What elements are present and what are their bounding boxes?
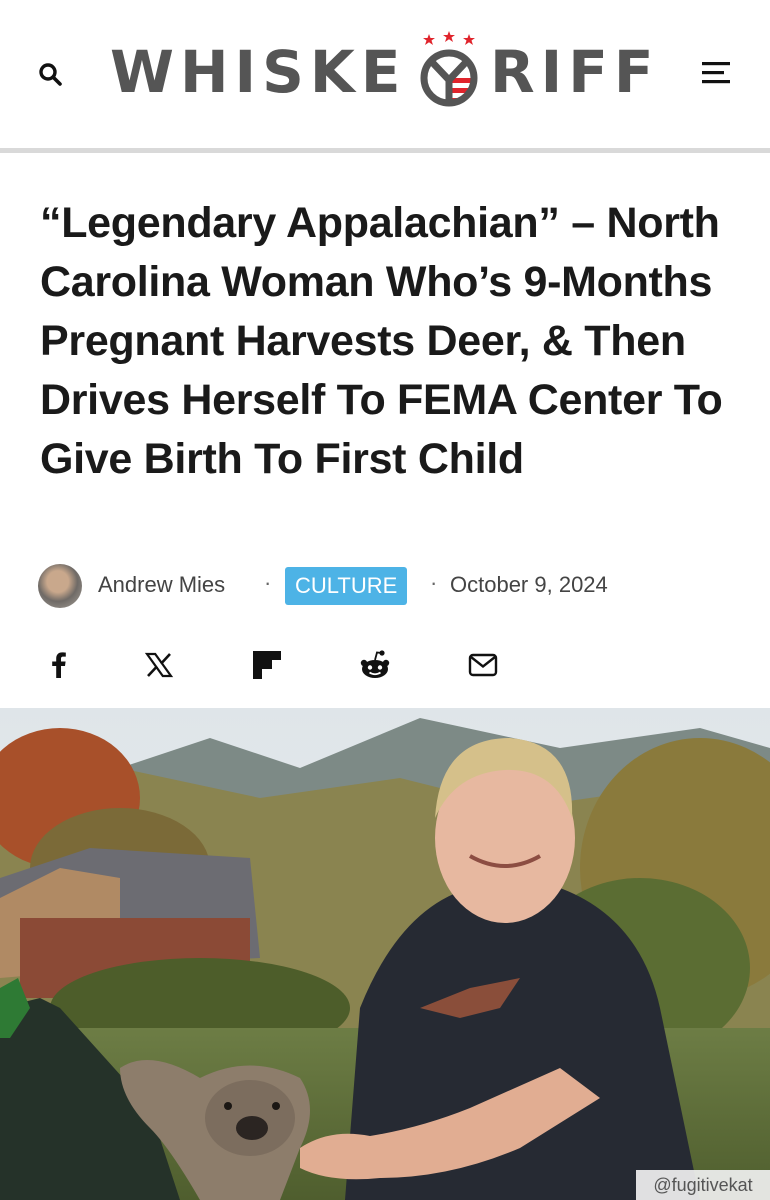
site-header: WHISKE RIFF bbox=[0, 0, 770, 148]
facebook-icon bbox=[52, 652, 66, 678]
site-logo[interactable]: WHISKE RIFF bbox=[108, 28, 660, 108]
share-email-button[interactable] bbox=[466, 648, 500, 682]
author-name[interactable]: Andrew Mies bbox=[98, 572, 225, 598]
photo-credit: @fugitivekat bbox=[636, 1170, 770, 1200]
meta-separator: · bbox=[430, 570, 438, 595]
share-facebook-button[interactable] bbox=[42, 648, 76, 682]
category-badge[interactable]: CULTURE bbox=[285, 567, 408, 605]
share-x-button[interactable] bbox=[142, 648, 176, 682]
share-flipboard-button[interactable] bbox=[250, 648, 284, 682]
meta-separator: · bbox=[264, 570, 272, 595]
hamburger-menu-icon bbox=[702, 62, 730, 84]
logo-emblem-icon bbox=[420, 31, 478, 107]
header-divider bbox=[0, 148, 770, 153]
article-meta: Andrew Mies · CULTURE · October 9, 2024 bbox=[38, 564, 738, 608]
search-button[interactable] bbox=[36, 60, 66, 90]
logo-text-left: WHISKE bbox=[110, 38, 407, 106]
email-icon bbox=[468, 653, 498, 677]
share-reddit-button[interactable] bbox=[358, 648, 392, 682]
article-hero-image bbox=[0, 708, 770, 1200]
hero-photo-illustration bbox=[0, 708, 770, 1200]
reddit-icon bbox=[360, 650, 390, 678]
search-icon bbox=[39, 63, 62, 86]
author-avatar[interactable] bbox=[38, 564, 82, 608]
publish-date: October 9, 2024 bbox=[450, 572, 608, 597]
logo-text-right: RIFF bbox=[490, 38, 660, 106]
article-title: “Legendary Appalachian” – North Carolina… bbox=[40, 199, 723, 483]
flipboard-icon bbox=[253, 651, 281, 679]
menu-button[interactable] bbox=[700, 58, 734, 88]
x-icon bbox=[144, 652, 174, 678]
